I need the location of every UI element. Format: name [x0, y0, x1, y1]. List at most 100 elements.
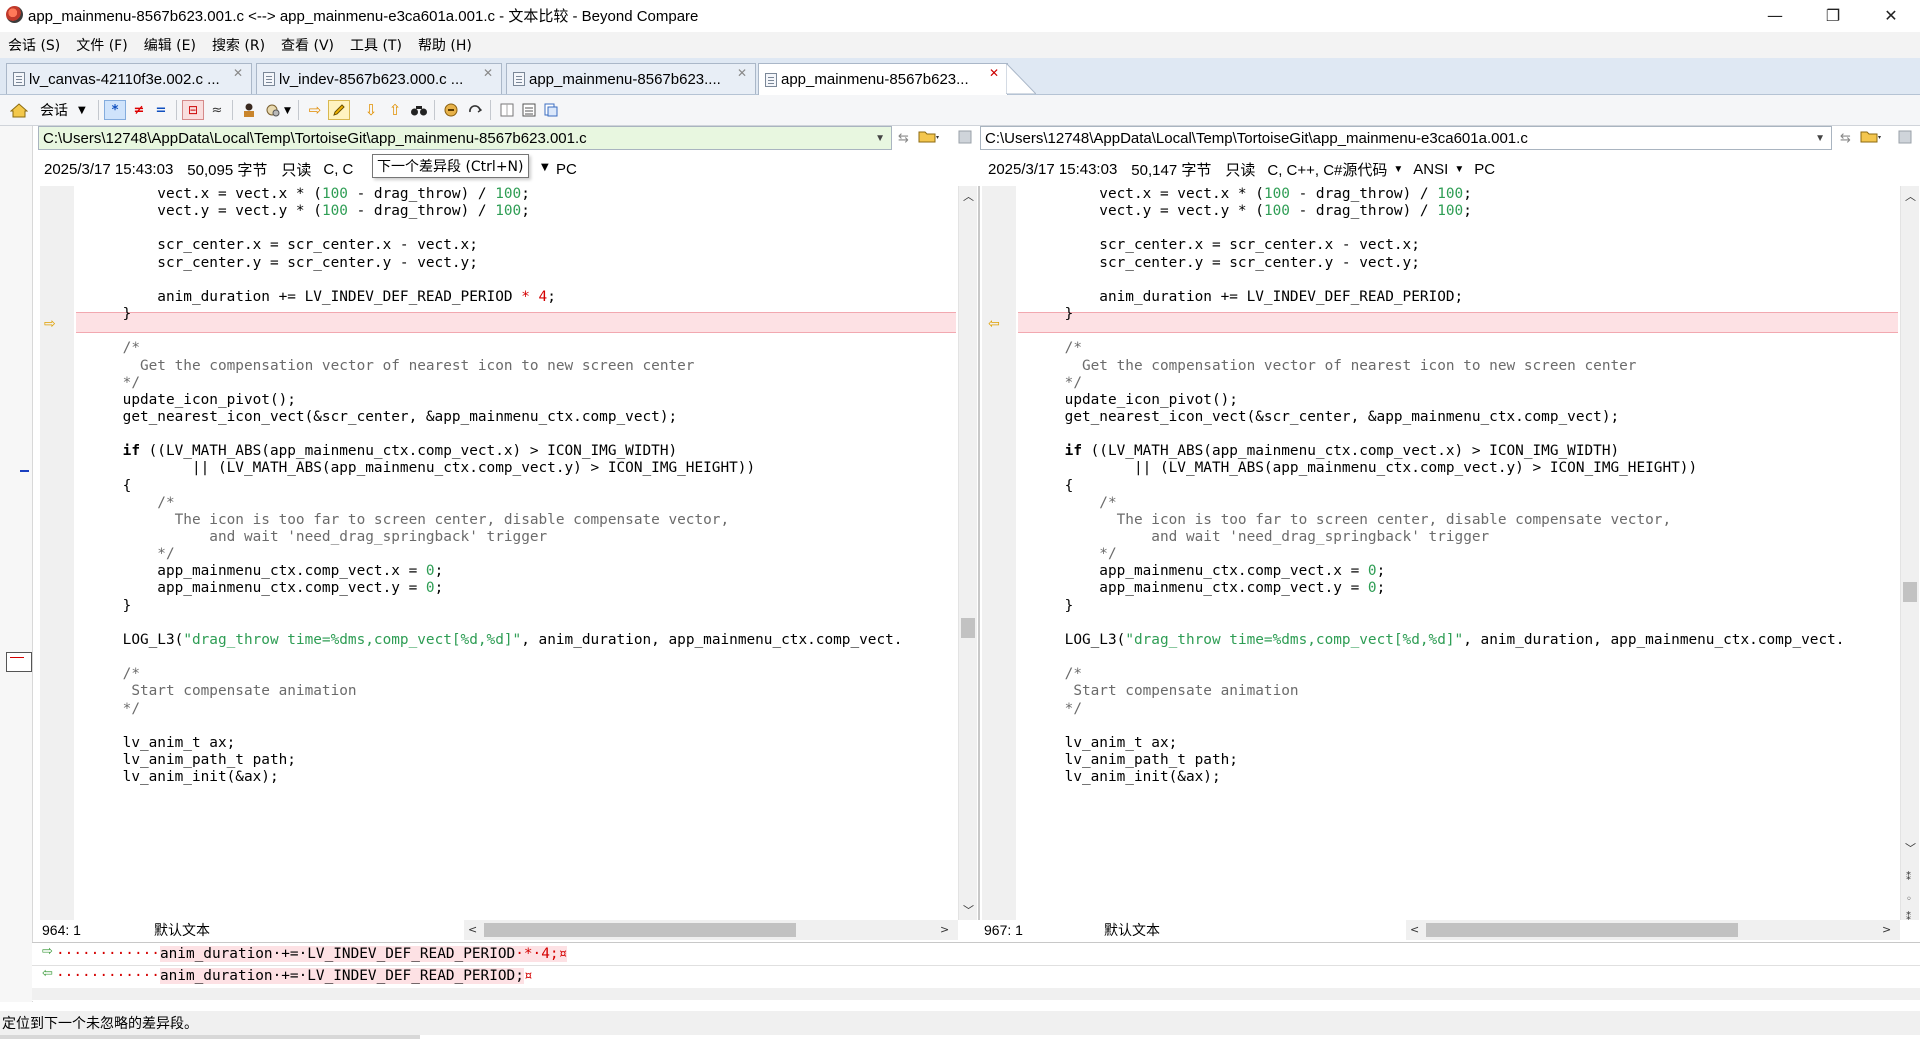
chevron-down-icon[interactable]: ▼: [875, 133, 885, 144]
left-path-field[interactable]: C:\Users\12748\AppData\Local\Temp\Tortoi…: [38, 126, 892, 150]
scroll-thumb[interactable]: [484, 923, 796, 937]
menu-edit[interactable]: 编辑 (E): [136, 35, 204, 55]
next-marker-icon[interactable]: ⁑: [1906, 872, 1911, 883]
current-marker-icon[interactable]: ◦: [1906, 894, 1912, 905]
code-line[interactable]: vect.y = vect.y * (100 - drag_throw) / 1…: [1030, 201, 1472, 222]
chevron-up-icon[interactable]: ︿: [1905, 188, 1916, 204]
show-all-icon[interactable]: *: [104, 100, 126, 120]
restore-button[interactable]: ❐: [1804, 0, 1862, 30]
minor-icon[interactable]: ≈: [206, 100, 228, 120]
code-line[interactable]: lv_anim_init(&ax);: [1030, 767, 1221, 788]
chevron-left-icon[interactable]: <: [1410, 923, 1419, 936]
save-icon[interactable]: [958, 130, 972, 148]
open-folder-icon[interactable]: [918, 128, 940, 148]
open-folder-icon[interactable]: [1860, 128, 1882, 148]
find-icon[interactable]: [408, 100, 430, 120]
session-dropdown[interactable]: 会话 ▼: [40, 100, 86, 120]
left-horizontal-scrollbar[interactable]: < >: [464, 920, 958, 940]
tab-close-icon[interactable]: ✕: [231, 66, 245, 80]
code-line[interactable]: Get the compensation vector of nearest i…: [1030, 356, 1637, 377]
edit-icon[interactable]: [328, 100, 350, 120]
pane-splitter[interactable]: [978, 186, 980, 920]
left-format[interactable]: C, C: [323, 161, 353, 178]
scroll-thumb[interactable]: [1426, 923, 1738, 937]
code-line[interactable]: Get the compensation vector of nearest i…: [88, 356, 695, 377]
code-line[interactable]: }: [1030, 304, 1074, 325]
left-readonly[interactable]: 只读: [281, 159, 311, 180]
tab-close-icon[interactable]: ✕: [481, 66, 495, 80]
menu-help[interactable]: 帮助 (H): [410, 35, 480, 55]
right-lineend[interactable]: PC: [1474, 161, 1495, 178]
thumbnail-map[interactable]: [0, 126, 33, 1002]
code-line[interactable]: app_mainmenu_ctx.comp_vect.y = 0;: [1030, 578, 1385, 599]
copy-icon[interactable]: [540, 100, 562, 120]
tab-app-mainmenu-active[interactable]: app_mainmenu-8567b623... ✕: [758, 63, 1008, 95]
diff-arrow-icon[interactable]: ⇨: [44, 316, 56, 332]
show-same-icon[interactable]: =: [150, 100, 172, 120]
code-line[interactable]: app_mainmenu_ctx.comp_vect.y = 0;: [88, 578, 443, 599]
menu-file[interactable]: 文件 (F): [68, 35, 135, 55]
tab-app-mainmenu-1[interactable]: app_mainmenu-8567b623.... ✕: [506, 63, 756, 94]
chevron-down-icon[interactable]: ▼: [1393, 164, 1403, 175]
code-line[interactable]: lv_anim_init(&ax);: [88, 767, 279, 788]
chevron-down-icon[interactable]: ﹀: [1905, 840, 1916, 856]
menu-view[interactable]: 查看 (V): [273, 35, 342, 55]
stop-icon[interactable]: [440, 100, 462, 120]
code-line[interactable]: LOG_L3("drag_throw time=%dms,comp_vect[%…: [88, 630, 903, 651]
menu-search[interactable]: 搜索 (R): [204, 35, 273, 55]
code-line[interactable]: }: [88, 596, 132, 617]
chevron-down-icon[interactable]: ﹀: [963, 902, 974, 918]
chevron-left-icon[interactable]: <: [468, 923, 477, 936]
code-line[interactable]: }: [1030, 596, 1074, 617]
minimize-button[interactable]: —: [1746, 0, 1804, 30]
output-icon[interactable]: [518, 100, 540, 120]
code-line[interactable]: get_nearest_icon_vect(&scr_center, &app_…: [88, 407, 678, 428]
tab-close-icon[interactable]: ✕: [735, 66, 749, 80]
right-code-pane[interactable]: vect.x = vect.x * (100 - drag_throw) / 1…: [1016, 186, 1900, 920]
code-line[interactable]: || (LV_MATH_ABS(app_mainmenu_ctx.comp_ve…: [88, 458, 755, 479]
show-diffs-icon[interactable]: ≠: [128, 100, 150, 120]
tab-close-icon[interactable]: ✕: [987, 66, 1001, 80]
scroll-thumb[interactable]: [961, 618, 975, 638]
rules-icon[interactable]: [238, 100, 260, 120]
right-format[interactable]: C, C++, C#源代码: [1267, 159, 1387, 180]
next-section-icon[interactable]: ⇨: [304, 100, 326, 120]
compare-right-row[interactable]: ············anim_duration·+=·LV_INDEV_DE…: [56, 966, 533, 986]
map-viewport[interactable]: [6, 652, 32, 672]
right-readonly[interactable]: 只读: [1225, 159, 1255, 180]
prev-marker-icon[interactable]: ⁑: [1906, 912, 1911, 923]
right-charset[interactable]: ANSI: [1413, 161, 1448, 178]
menu-session[interactable]: 会话 (S): [0, 35, 68, 55]
compare-scrollbar[interactable]: [32, 988, 1920, 1000]
code-line[interactable]: */: [88, 699, 140, 720]
diff-code-line[interactable]: anim_duration += LV_INDEV_DEF_READ_PERIO…: [88, 287, 556, 308]
compare-left-row[interactable]: ············anim_duration·+=·LV_INDEV_DE…: [56, 944, 568, 964]
format-icon[interactable]: [262, 100, 284, 120]
refresh-icon[interactable]: [464, 100, 486, 120]
next-diff-icon[interactable]: ⇩: [360, 100, 382, 120]
left-vertical-scrollbar[interactable]: ︿ ﹀: [958, 186, 977, 920]
panes-icon[interactable]: [496, 100, 518, 120]
code-line[interactable]: */: [1030, 699, 1082, 720]
tab-lv-indev[interactable]: lv_indev-8567b623.000.c ... ✕: [256, 63, 502, 94]
chevron-up-icon[interactable]: ︿: [963, 188, 974, 204]
code-line[interactable]: get_nearest_icon_vect(&scr_center, &app_…: [1030, 407, 1620, 428]
diff-code-line[interactable]: anim_duration += LV_INDEV_DEF_READ_PERIO…: [1030, 287, 1463, 308]
chevron-right-icon[interactable]: >: [940, 923, 949, 936]
chevron-down-icon[interactable]: ▼: [284, 106, 291, 116]
menu-tools[interactable]: 工具 (T): [342, 35, 410, 55]
diff-arrow-icon[interactable]: ⇦: [988, 316, 1000, 332]
right-path-field[interactable]: C:\Users\12748\AppData\Local\Temp\Tortoi…: [980, 126, 1832, 150]
chevron-right-icon[interactable]: >: [1882, 923, 1891, 936]
code-line[interactable]: LOG_L3("drag_throw time=%dms,comp_vect[%…: [1030, 630, 1845, 651]
left-encoding[interactable]: 默认文本: [154, 920, 210, 940]
scroll-thumb[interactable]: [1903, 582, 1917, 602]
code-line[interactable]: }: [88, 304, 132, 325]
swap-icon[interactable]: ⇆: [898, 131, 909, 146]
left-code-pane[interactable]: vect.x = vect.x * (100 - drag_throw) / 1…: [74, 186, 958, 920]
home-icon[interactable]: [8, 100, 30, 120]
code-line[interactable]: scr_center.y = scr_center.y - vect.y;: [1030, 253, 1420, 274]
chevron-down-icon[interactable]: ▼: [1454, 164, 1464, 175]
code-line[interactable]: || (LV_MATH_ABS(app_mainmenu_ctx.comp_ve…: [1030, 458, 1697, 479]
left-lineend[interactable]: PC: [556, 158, 577, 180]
